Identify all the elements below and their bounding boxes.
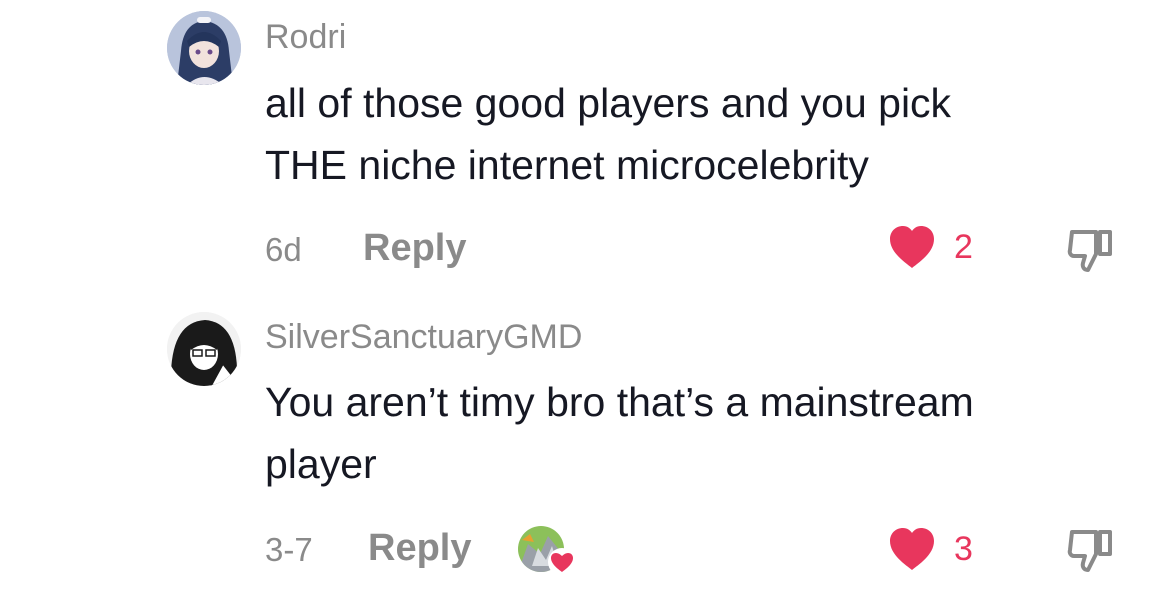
manga-avatar-icon [167,312,241,386]
like-button[interactable]: 3 [888,527,973,571]
thumbs-down-icon [1067,230,1112,272]
avatar-silversanctuarygmd[interactable] [167,312,241,386]
creator-liked-avatar [518,526,576,576]
comment-timestamp: 6d [265,231,302,268]
comment-text: all of those good players and you pick T… [265,72,1125,196]
comment-username[interactable]: Rodri [265,18,346,57]
comment-timestamp: 3-7 [265,531,313,568]
comment-item: Rodri all of those good players and you … [0,0,1170,290]
comment-username[interactable]: SilverSanctuaryGMD [265,318,582,357]
heart-icon [890,528,934,570]
like-button[interactable]: 2 [888,225,973,269]
comment-item: SilverSanctuaryGMD You aren’t timy bro t… [0,300,1170,589]
heart-icon [890,226,934,268]
comment-text-line: You aren’t timy bro that’s a mainstream [265,379,974,425]
reply-button[interactable]: Reply [368,527,471,570]
like-count: 2 [954,227,973,266]
comment-text-line: player [265,441,377,487]
anime-avatar-icon [167,11,241,85]
creator-liked-avatar-icon [518,526,576,576]
comment-text-line: THE niche internet microcelebrity [265,142,869,188]
comment-text-line: all of those good players and you pick [265,80,952,126]
reply-button[interactable]: Reply [363,227,466,270]
comment-text: You aren’t timy bro that’s a mainstream … [265,371,1125,495]
avatar-rodri[interactable] [167,11,241,85]
like-count: 3 [954,529,973,568]
dislike-button[interactable] [1066,226,1116,279]
thumbs-down-icon [1067,530,1112,572]
dislike-button[interactable] [1066,526,1116,579]
